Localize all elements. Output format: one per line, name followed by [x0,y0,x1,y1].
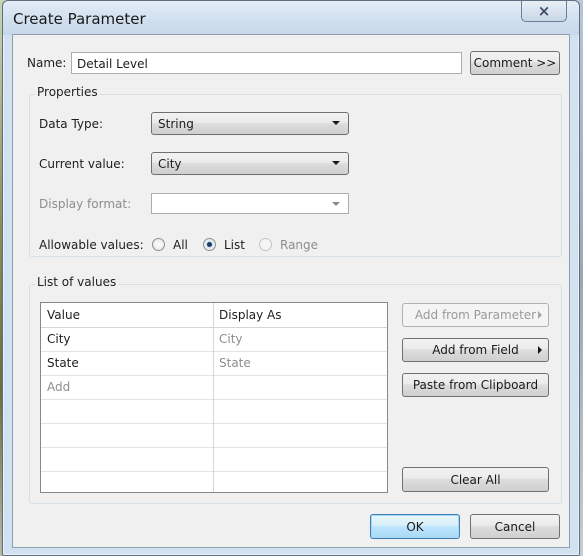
name-input[interactable]: Detail Level [71,52,462,74]
create-parameter-dialog: Create Parameter × Name: Detail Level Co… [2,0,580,556]
dialog-title: Create Parameter [13,10,146,28]
close-button[interactable]: × [521,1,567,22]
chevron-right-icon [538,346,542,354]
table-row[interactable]: City City [41,327,387,352]
radio-range[interactable] [259,238,272,251]
list-of-values-title: List of values [35,275,119,289]
cancel-button[interactable]: Cancel [470,514,560,539]
radio-all[interactable] [152,238,165,251]
name-label: Name: [27,56,67,70]
chevron-down-icon [332,161,340,165]
data-type-label: Data Type: [39,117,104,131]
current-value-dropdown[interactable]: City [151,152,349,175]
title-bar[interactable]: Create Parameter × [3,1,579,35]
table-header: Value Display As [41,303,387,328]
table-row-empty [41,423,387,448]
chevron-down-icon [332,121,340,125]
add-from-field-label: Add from Field [432,343,519,357]
display-format-label: Display format: [39,197,132,211]
chevron-down-icon [332,202,340,206]
table-row-empty [41,447,387,472]
radio-list-label: List [224,238,245,252]
properties-group-title: Properties [35,85,100,99]
comment-button[interactable]: Comment >> [470,51,560,75]
radio-range-label: Range [280,238,319,252]
name-input-value: Detail Level [77,57,148,71]
chevron-right-icon [538,311,542,319]
column-header-display-as[interactable]: Display As [219,308,282,322]
column-divider [213,303,214,492]
column-header-value[interactable]: Value [47,308,80,322]
radio-all-label: All [173,238,188,252]
row-display[interactable]: City [219,332,243,346]
table-row-empty [41,399,387,424]
data-type-dropdown[interactable]: String [151,112,349,135]
paste-from-clipboard-button[interactable]: Paste from Clipboard [402,373,549,397]
add-from-field-button[interactable]: Add from Field [402,338,549,362]
data-type-value: String [158,117,194,131]
add-from-parameter-label: Add from Parameter [414,308,537,322]
dialog-body: Name: Detail Level Comment >> Properties… [12,34,570,548]
close-icon: × [537,1,551,20]
clear-all-button[interactable]: Clear All [402,467,549,492]
current-value-label: Current value: [39,157,125,171]
row-value[interactable]: City [47,332,71,346]
row-value[interactable]: State [47,356,79,370]
values-table[interactable]: Value Display As City City State State A… [40,302,388,493]
current-value-value: City [158,157,182,171]
row-display[interactable]: State [219,356,251,370]
table-row[interactable]: State State [41,351,387,376]
add-from-parameter-button[interactable]: Add from Parameter [402,303,549,327]
allowable-values-label: Allowable values: [39,238,144,252]
display-format-dropdown[interactable] [151,193,349,214]
add-row-placeholder[interactable]: Add [47,380,70,394]
ok-button[interactable]: OK [370,514,460,539]
radio-list[interactable] [203,238,216,251]
table-row-add[interactable]: Add [41,375,387,400]
